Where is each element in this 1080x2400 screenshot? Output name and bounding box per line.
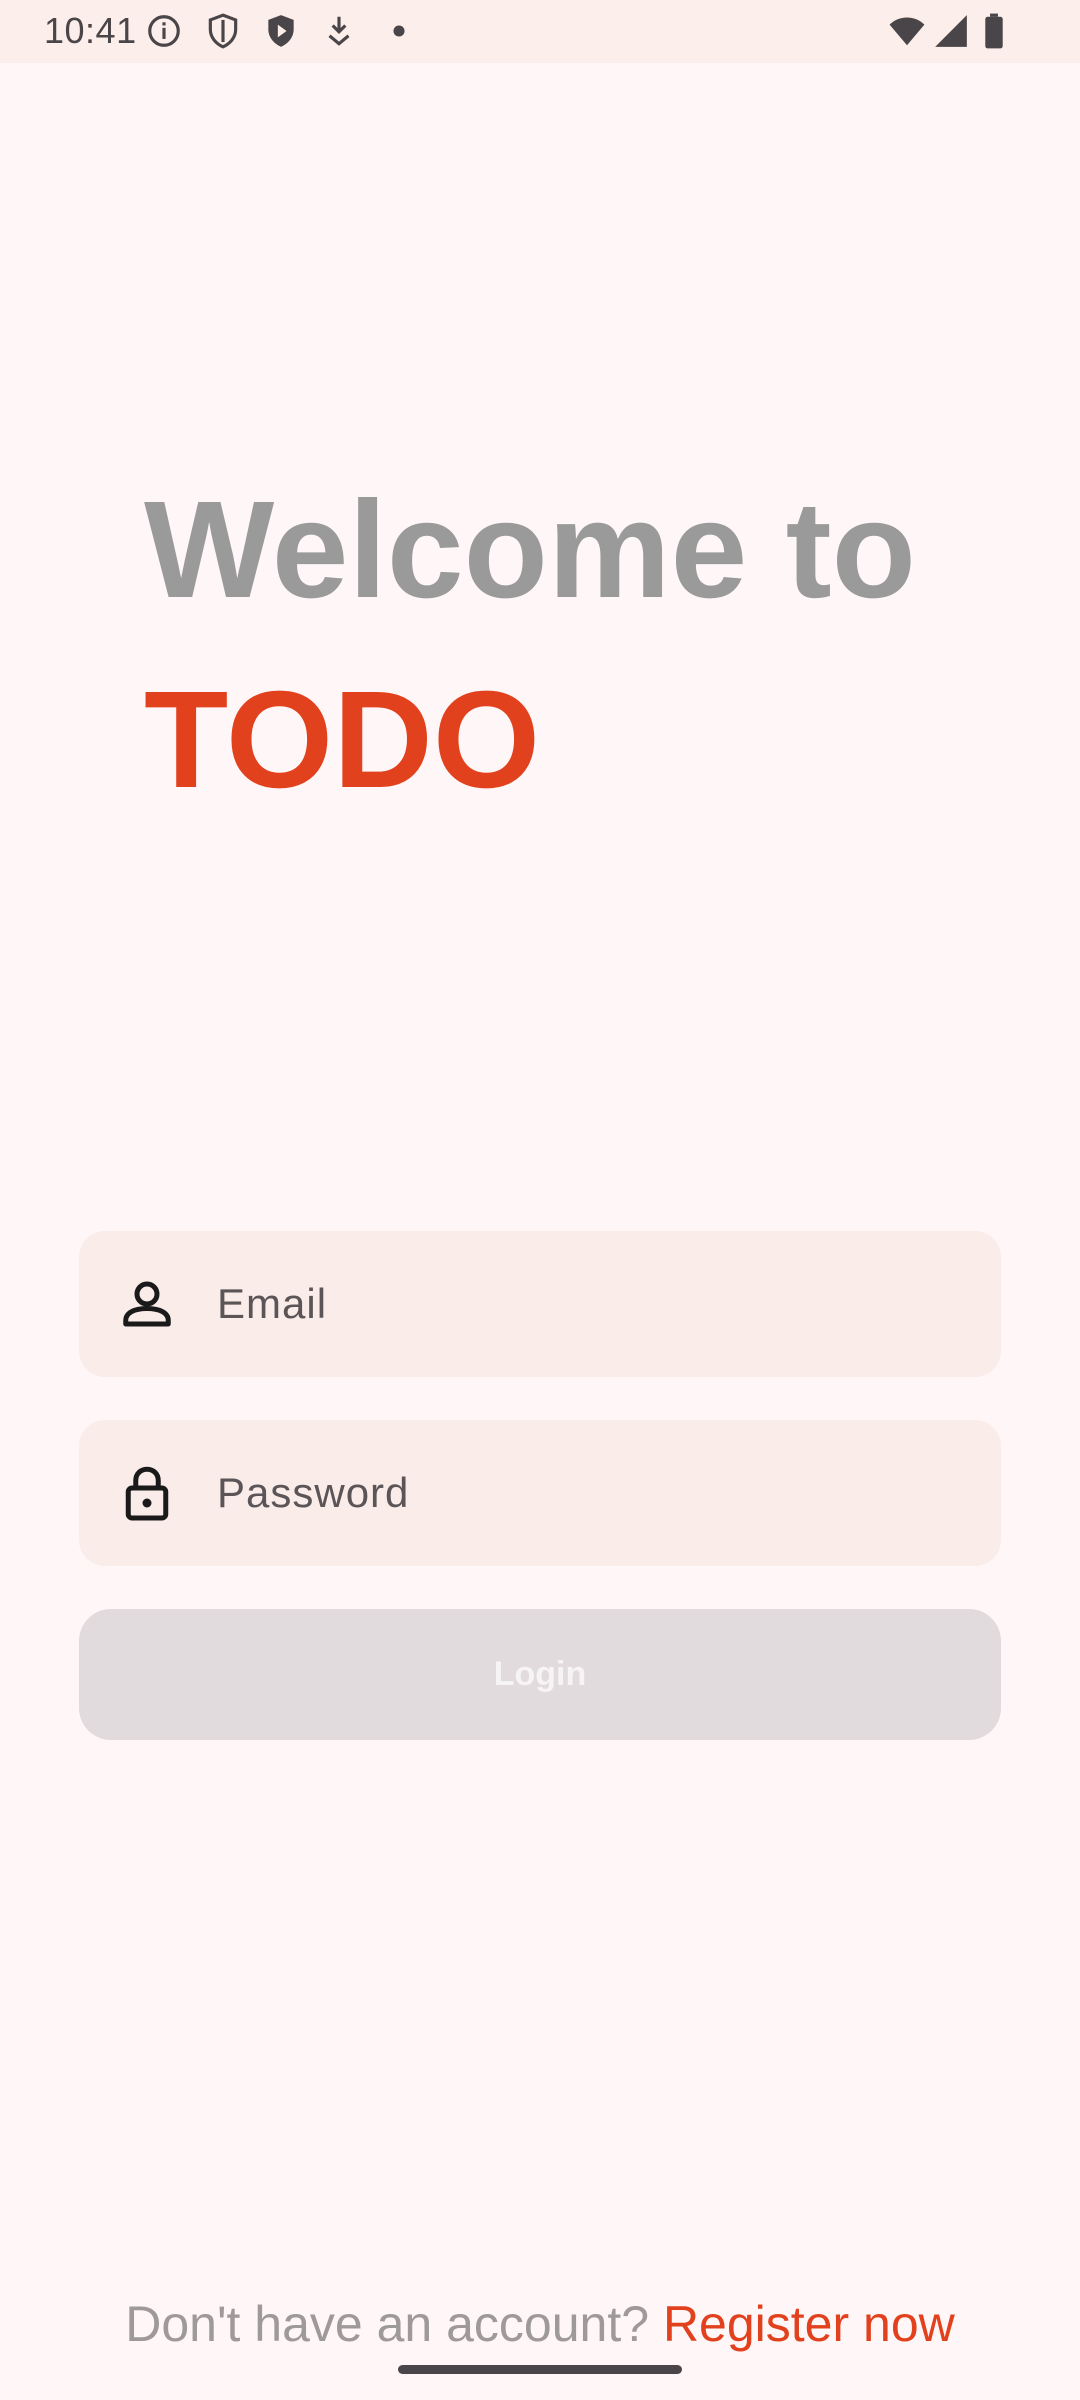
app-name-heading: TODO [144, 663, 541, 817]
person-icon [117, 1274, 177, 1334]
register-now-link[interactable]: Register now [663, 2296, 955, 2352]
info-icon [145, 12, 183, 50]
email-field[interactable] [79, 1231, 1001, 1377]
shield-outline-icon [204, 12, 242, 50]
password-input[interactable] [217, 1420, 977, 1566]
email-input[interactable] [217, 1231, 977, 1377]
cellular-signal-icon [932, 12, 970, 50]
battery-icon [980, 12, 1008, 50]
status-bar: 10:41 [0, 0, 1080, 63]
wifi-icon [886, 12, 928, 50]
register-prompt: Don't have an account? Register now [0, 2295, 1080, 2353]
welcome-heading: Welcome to [144, 473, 916, 627]
password-field[interactable] [79, 1420, 1001, 1566]
home-indicator[interactable] [398, 2365, 682, 2374]
dot-icon [380, 12, 418, 50]
shield-play-icon [262, 12, 300, 50]
download-arrow-icon [320, 12, 358, 50]
status-time: 10:41 [44, 10, 137, 51]
login-button[interactable]: Login [79, 1609, 1001, 1740]
register-prompt-text: Don't have an account? [125, 2296, 663, 2352]
lock-icon [117, 1463, 177, 1523]
